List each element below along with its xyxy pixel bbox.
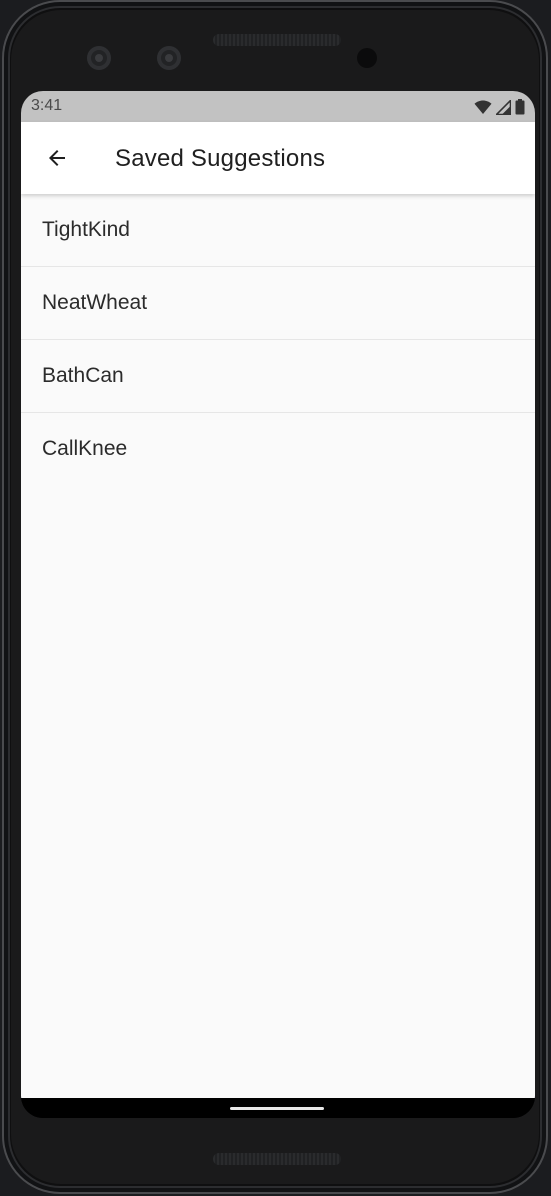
list-item-label: TightKind bbox=[42, 218, 130, 241]
status-icons bbox=[474, 98, 525, 116]
phone-frame: 3:41 Saved Suggestions TightKind NeatWhe… bbox=[2, 0, 548, 1194]
status-bar: 3:41 bbox=[21, 91, 535, 122]
device-screen: 3:41 Saved Suggestions TightKind NeatWhe… bbox=[21, 91, 535, 1118]
earpiece-speaker bbox=[213, 34, 341, 46]
proximity-sensor bbox=[357, 48, 377, 68]
emulator-stage: 3:41 Saved Suggestions TightKind NeatWhe… bbox=[0, 0, 551, 1196]
app-bar: Saved Suggestions bbox=[21, 122, 535, 194]
list-item[interactable]: CallKnee bbox=[21, 413, 535, 486]
wifi-icon bbox=[474, 100, 492, 114]
navigation-bar bbox=[21, 1098, 535, 1118]
bottom-speaker bbox=[213, 1153, 341, 1165]
list-item-label: CallKnee bbox=[42, 437, 128, 460]
home-gesture-handle[interactable] bbox=[230, 1107, 324, 1110]
battery-icon bbox=[515, 99, 525, 115]
page-title: Saved Suggestions bbox=[115, 145, 326, 172]
signal-icon bbox=[496, 99, 511, 115]
front-camera-icon bbox=[157, 46, 181, 70]
list-item[interactable]: NeatWheat bbox=[21, 267, 535, 340]
back-button[interactable] bbox=[39, 140, 75, 176]
list-item[interactable]: BathCan bbox=[21, 340, 535, 413]
list-item[interactable]: TightKind bbox=[21, 194, 535, 267]
front-camera-icon bbox=[87, 46, 111, 70]
saved-suggestions-list: TightKind NeatWheat BathCan CallKnee bbox=[21, 194, 535, 1098]
list-item-label: NeatWheat bbox=[42, 291, 148, 314]
status-time: 3:41 bbox=[31, 97, 63, 114]
list-item-label: BathCan bbox=[42, 364, 124, 387]
arrow-back-icon bbox=[49, 150, 65, 166]
